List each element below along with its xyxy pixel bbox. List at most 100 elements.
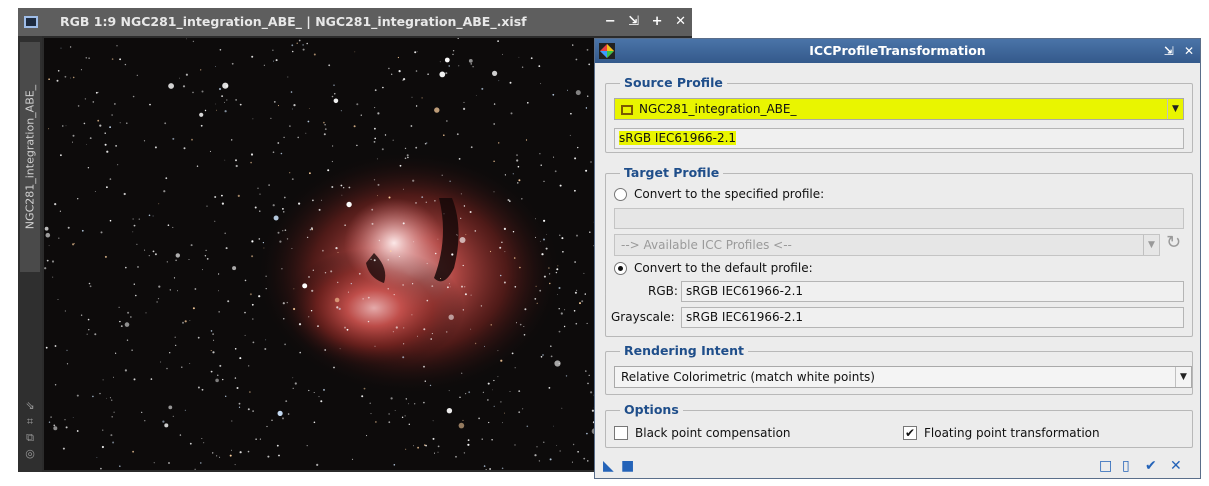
star	[164, 423, 169, 428]
close-icon[interactable]: ✕	[675, 14, 686, 29]
rgb-profile-field: sRGB IEC61966-2.1	[681, 281, 1184, 302]
star	[252, 318, 254, 320]
star	[458, 158, 461, 160]
star	[264, 348, 267, 350]
specified-profile-field[interactable]	[614, 208, 1184, 229]
star	[535, 285, 537, 287]
star	[569, 134, 571, 136]
star	[104, 132, 106, 134]
star	[395, 326, 398, 329]
star	[283, 196, 286, 199]
source-image-select[interactable]: NGC281_integration_ABE_ ▼	[614, 98, 1184, 120]
apply-global-icon[interactable]: ■	[621, 458, 634, 474]
star	[126, 122, 128, 124]
image-identifier-tab[interactable]: NGC281_integration_ABE_	[20, 42, 40, 272]
refresh-icon[interactable]: ↻	[1166, 232, 1181, 253]
star	[172, 415, 174, 417]
shade-icon[interactable]: ⇲	[628, 14, 639, 29]
star	[334, 93, 336, 95]
floating-point-checkbox[interactable]: ✔	[903, 426, 917, 440]
star	[136, 74, 138, 76]
available-profiles-select[interactable]: --> Available ICC Profiles <-- ▼	[614, 234, 1160, 256]
star	[401, 416, 404, 418]
star	[48, 128, 50, 130]
star	[177, 290, 178, 292]
star	[586, 322, 588, 324]
star	[553, 425, 554, 427]
star	[373, 141, 376, 143]
star	[259, 438, 261, 440]
minimize-icon[interactable]: −	[605, 14, 616, 29]
target-icon[interactable]: ◎	[22, 446, 38, 462]
star	[231, 62, 234, 65]
convert-specified-radio[interactable]	[614, 188, 627, 201]
fit-view-icon[interactable]: ⇘	[22, 398, 38, 414]
star	[431, 285, 434, 287]
star	[218, 311, 220, 313]
star	[109, 219, 112, 222]
star	[184, 320, 187, 323]
reset-icon[interactable]: ✕	[1170, 458, 1182, 474]
star	[293, 307, 296, 311]
documentation-icon[interactable]: ▯	[1122, 458, 1130, 474]
convert-default-radio[interactable]	[614, 262, 627, 275]
star	[50, 416, 52, 418]
star	[48, 421, 51, 423]
star	[132, 231, 134, 233]
star	[210, 370, 213, 373]
new-instance-icon[interactable]: ◣	[603, 458, 614, 474]
star	[60, 47, 62, 49]
star	[86, 333, 88, 335]
star	[259, 193, 261, 195]
star	[549, 458, 552, 461]
clone-icon[interactable]: ⧉	[22, 430, 38, 446]
star	[346, 328, 349, 331]
image-window-icon[interactable]	[24, 16, 38, 28]
star	[534, 298, 537, 300]
star	[210, 330, 213, 332]
star	[203, 442, 205, 444]
shade-icon[interactable]: ⇲	[1164, 44, 1174, 58]
dialog-title-bar[interactable]: ICCProfileTransformation ⇲ ✕	[595, 39, 1200, 63]
zoom-icon[interactable]: ⌗	[22, 414, 38, 430]
close-icon[interactable]: ✕	[1184, 44, 1194, 58]
star	[446, 120, 448, 122]
apply-icon[interactable]: ✔	[1145, 458, 1157, 474]
star	[119, 58, 121, 61]
star	[587, 95, 589, 97]
star	[374, 345, 376, 347]
star	[313, 53, 316, 56]
star	[216, 109, 217, 111]
image-window-title: RGB 1:9 NGC281_integration_ABE_ | NGC281…	[60, 14, 527, 29]
star	[348, 186, 351, 189]
chevron-down-icon[interactable]: ▼	[1143, 235, 1159, 255]
star	[458, 422, 465, 429]
star	[430, 338, 433, 340]
star	[328, 64, 331, 67]
star	[374, 137, 377, 140]
star	[557, 265, 559, 267]
star	[404, 157, 407, 160]
star	[45, 232, 51, 238]
maximize-icon[interactable]: +	[652, 14, 663, 29]
star	[361, 395, 364, 398]
black-point-checkbox[interactable]	[614, 426, 628, 440]
chevron-down-icon[interactable]: ▼	[1167, 99, 1183, 119]
star	[276, 444, 279, 447]
star	[572, 443, 575, 446]
star	[445, 72, 448, 75]
star	[440, 278, 442, 279]
star	[493, 405, 495, 407]
star	[308, 389, 310, 392]
star	[406, 154, 409, 157]
star	[272, 204, 275, 207]
rendering-intent-select[interactable]: Relative Colorimetric (match white point…	[614, 366, 1192, 388]
real-time-preview-icon[interactable]: □	[1099, 458, 1112, 474]
star	[392, 139, 394, 141]
star	[337, 252, 339, 253]
star	[463, 107, 466, 110]
chevron-down-icon[interactable]: ▼	[1175, 367, 1191, 387]
star	[234, 377, 237, 379]
star	[251, 55, 254, 58]
image-window-title-bar[interactable]: RGB 1:9 NGC281_integration_ABE_ | NGC281…	[18, 8, 692, 36]
